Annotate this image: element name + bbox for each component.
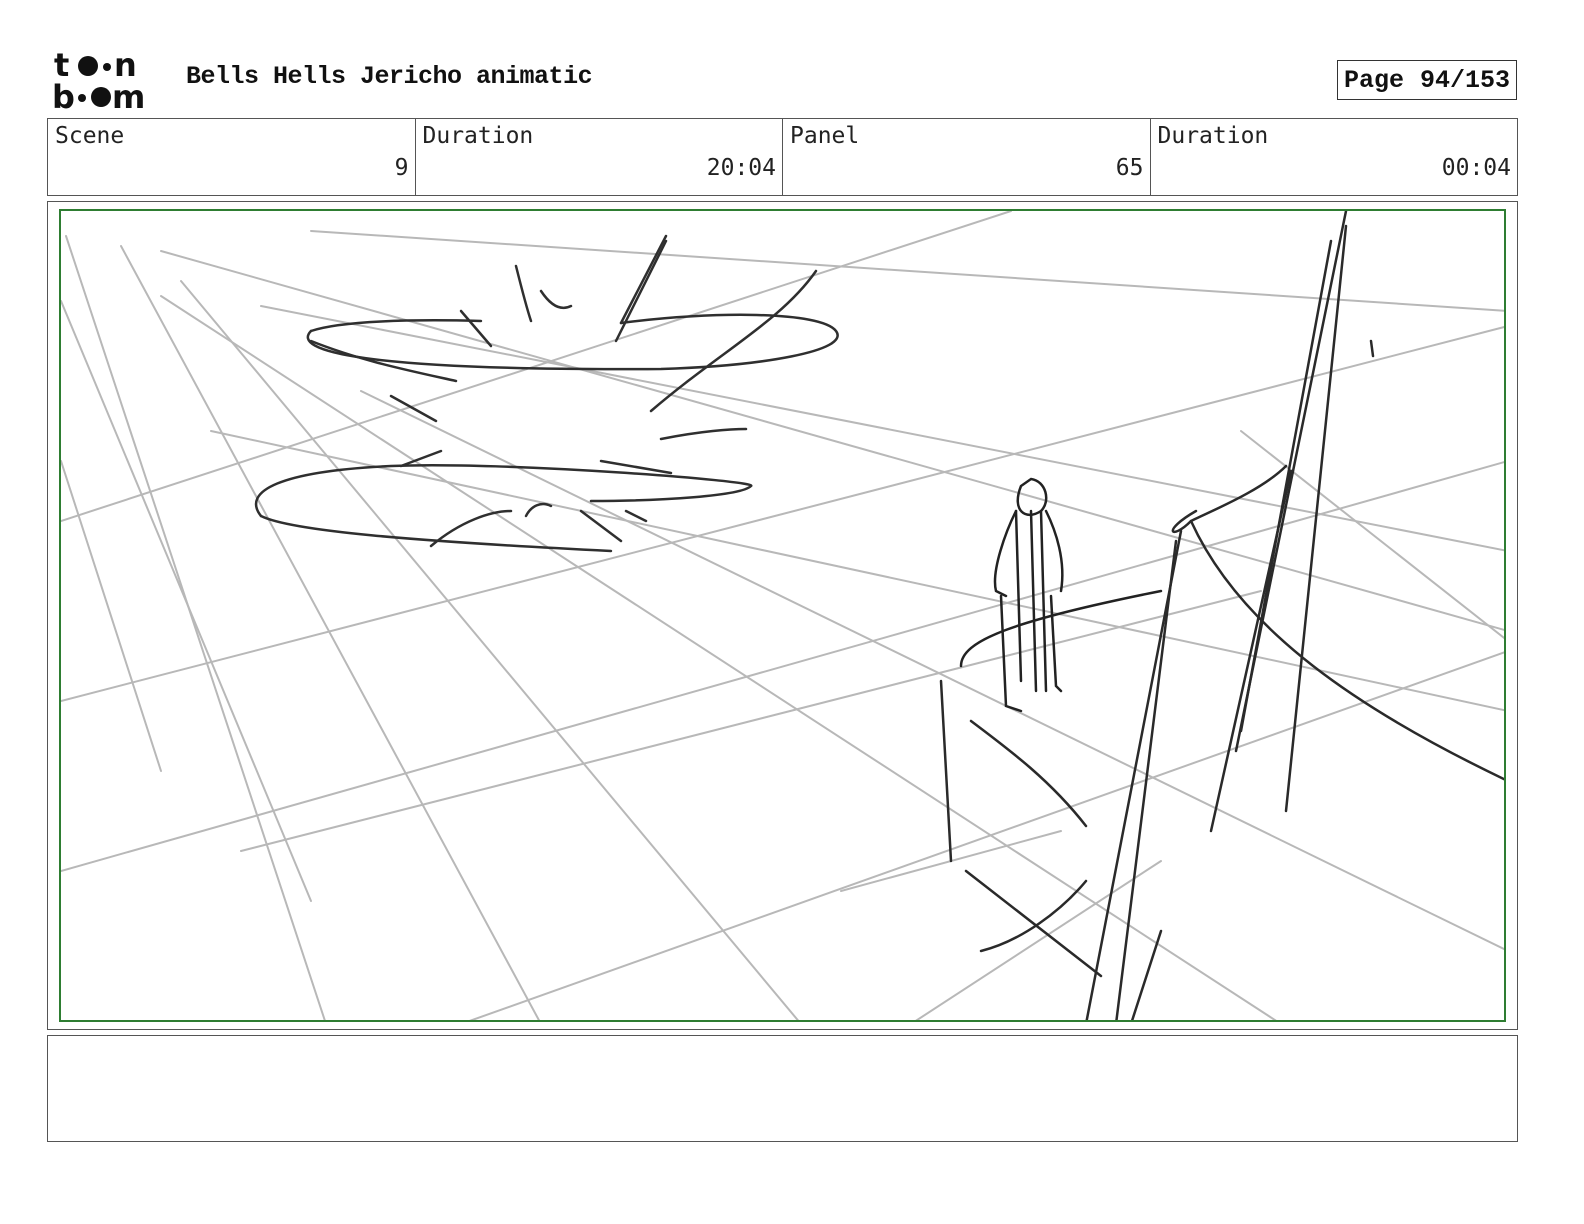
scene-cell: Scene 9 bbox=[48, 119, 416, 195]
scene-duration-value: 20:04 bbox=[706, 155, 776, 181]
document-title: Bells Hells Jericho animatic bbox=[186, 62, 593, 91]
page-indicator: Page 94/153 bbox=[1337, 60, 1517, 100]
sketch-drawing bbox=[61, 211, 1504, 1020]
panel-label: Panel bbox=[790, 123, 860, 149]
scene-label: Scene bbox=[55, 123, 125, 149]
panel-cell: Panel 65 bbox=[783, 119, 1151, 195]
svg-text:m: m bbox=[112, 78, 145, 114]
page-number: 94/153 bbox=[1419, 65, 1510, 95]
panel-duration-label: Duration bbox=[1157, 123, 1269, 149]
notes-box bbox=[47, 1035, 1518, 1142]
storyboard-panel-image bbox=[59, 209, 1506, 1022]
panel-duration-cell: Duration 00:04 bbox=[1151, 119, 1518, 195]
toon-boom-logo: t n b m bbox=[52, 48, 145, 114]
scene-duration-cell: Duration 20:04 bbox=[416, 119, 783, 195]
info-table: Scene 9 Duration 20:04 Panel 65 Duration… bbox=[47, 118, 1518, 196]
panel-duration-value: 00:04 bbox=[1441, 155, 1511, 181]
panel-value: 65 bbox=[1115, 155, 1144, 181]
page-label: Page bbox=[1344, 65, 1405, 95]
scene-duration-label: Duration bbox=[422, 123, 534, 149]
storyboard-panel-frame bbox=[47, 201, 1518, 1030]
scene-value: 9 bbox=[394, 155, 409, 181]
svg-text:b: b bbox=[52, 78, 75, 114]
